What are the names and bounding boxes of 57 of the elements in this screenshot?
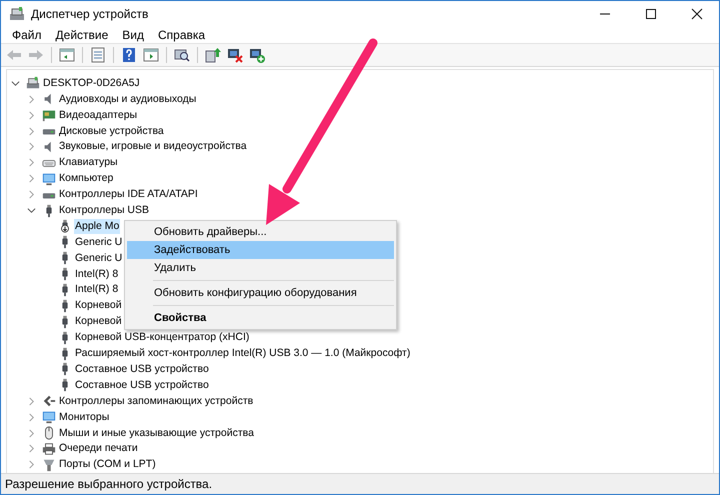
menu-item[interactable]: Вид — [115, 28, 151, 42]
help-icon[interactable] — [120, 47, 138, 64]
uninstall-icon[interactable] — [226, 47, 244, 64]
maximize-icon[interactable] — [645, 8, 657, 20]
chevron-icon[interactable] — [11, 78, 20, 88]
card-icon — [42, 108, 56, 122]
menu-item[interactable]: Удалить — [127, 259, 394, 277]
tree-item[interactable]: Intel(R) 8 — [74, 282, 120, 298]
menu-item[interactable]: Свойства — [127, 309, 394, 327]
mouse-icon — [42, 426, 56, 440]
properties-icon[interactable] — [89, 47, 107, 64]
tree-item[interactable]: Порты (COM и LPT) — [58, 457, 157, 472]
printer-icon — [42, 442, 56, 456]
chevron-icon[interactable] — [27, 206, 36, 216]
scan-icon[interactable] — [173, 47, 191, 64]
tree-item[interactable]: Звуковые, игровые и видеоустройства — [58, 139, 248, 154]
tree-item[interactable]: Intel(R) 8 — [74, 266, 120, 282]
tree-item[interactable]: Видеоадаптеры — [58, 108, 138, 123]
tree-item[interactable]: Контроллеры запоминающих устройств — [58, 394, 254, 409]
tree-item[interactable]: Расширяемый хост-контроллер Intel(R) USB 3.0 — 1.0 (Майкрософт) — [74, 346, 412, 362]
window-title: Диспетчер устройств — [31, 6, 148, 21]
port-icon — [42, 458, 56, 472]
computer-icon — [26, 76, 40, 90]
tree-item[interactable]: Мыши и иные указывающие устройства — [58, 426, 255, 440]
status-bar: Разрешение выбранного устройства. — [1, 472, 719, 494]
tree-item[interactable]: Мониторы — [58, 410, 110, 425]
tree-item[interactable]: Корневой USB-концентратор (xHCI) — [74, 330, 250, 346]
tree-icon[interactable] — [58, 47, 76, 64]
tree-item[interactable]: Контроллеры USB — [58, 203, 150, 218]
enable-icon[interactable] — [248, 47, 266, 64]
tree-item[interactable]: Очереди печати — [58, 441, 139, 456]
menu-item[interactable]: Действие — [48, 28, 116, 42]
tree-item[interactable]: Клавиатуры — [58, 155, 119, 170]
tree-item[interactable]: Корневой — [74, 298, 123, 314]
menu-item[interactable]: Задействовать — [127, 241, 394, 259]
tree-item[interactable]: Компьютер — [58, 171, 114, 186]
tree-item[interactable]: Составное USB устройство — [74, 362, 210, 377]
menu-item[interactable]: Обновить конфигурацию оборудования — [127, 284, 394, 302]
tree-item[interactable]: Контроллеры IDE ATA/ATAPI — [58, 187, 199, 202]
tree-item[interactable]: Корневой — [74, 314, 123, 330]
update-icon[interactable] — [204, 47, 222, 64]
tree-item[interactable]: Дисковые устройства — [58, 124, 165, 139]
tree-item[interactable]: Apple Mo — [74, 218, 120, 234]
monitor-icon — [42, 410, 56, 424]
tree-item[interactable]: Аудиовходы и аудиовыходы — [58, 92, 198, 107]
menu-item[interactable]: Обновить драйверы... — [127, 223, 394, 241]
tree-item[interactable]: Составное USB устройство — [74, 378, 210, 393]
tree-item[interactable]: Generic U — [74, 234, 124, 250]
usb-plug-disabled-icon — [58, 219, 72, 234]
menu-item[interactable]: Справка — [151, 28, 212, 42]
monitor-icon — [42, 172, 56, 186]
menu-item[interactable]: Файл — [5, 28, 49, 42]
tree-item[interactable]: Generic U — [74, 250, 124, 266]
device-manager-icon — [9, 6, 25, 22]
close-icon[interactable] — [691, 8, 703, 20]
pane-icon[interactable] — [142, 47, 160, 64]
tree-item[interactable]: DESKTOP-0D26A5J — [42, 76, 141, 91]
